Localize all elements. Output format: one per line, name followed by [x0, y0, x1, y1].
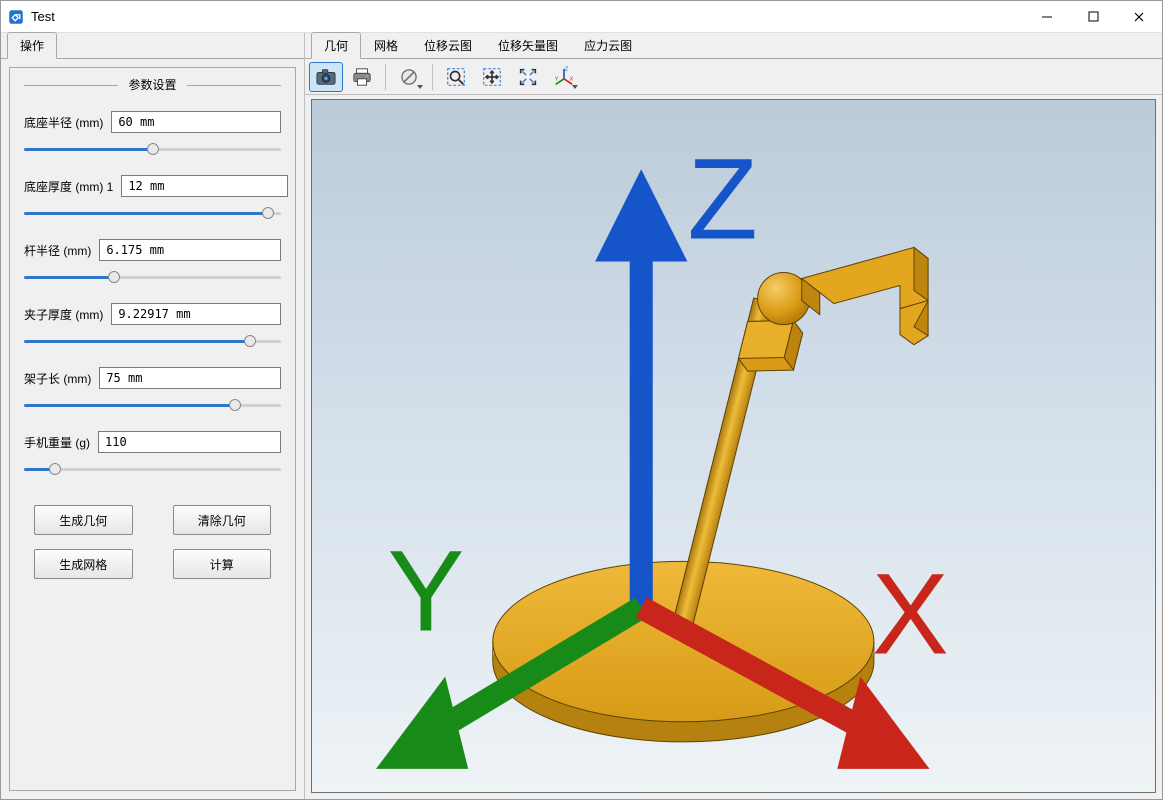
no-entry-icon — [399, 67, 419, 87]
param-label: 架子长 (mm) — [24, 370, 91, 387]
param-slider-bracket-length[interactable] — [24, 397, 281, 413]
left-tab-bar: 操作 — [1, 33, 304, 59]
fit-view-button[interactable] — [511, 62, 545, 92]
pan-button[interactable] — [475, 62, 509, 92]
param-label: 手机重量 (g) — [24, 434, 90, 451]
tab-geometry[interactable]: 几何 — [311, 32, 361, 59]
param-input-clip-thickness[interactable] — [111, 303, 281, 325]
tab-stress-contour[interactable]: 应力云图 — [571, 32, 645, 59]
param-panel: 参数设置 底座半径 (mm) 底座厚度 (mm) 1 — [9, 67, 296, 791]
param-label: 底座半径 (mm) — [24, 114, 103, 131]
right-pane: 几何 网格 位移云图 位移矢量图 应力云图 — [305, 33, 1162, 799]
compute-button[interactable]: 计算 — [173, 549, 272, 579]
camera-icon — [315, 67, 337, 87]
window-maximize-button[interactable] — [1070, 1, 1116, 32]
param-slider-rod-radius[interactable] — [24, 269, 281, 285]
param-slider-base-radius[interactable] — [24, 141, 281, 157]
svg-text:Y: Y — [555, 76, 559, 82]
print-button[interactable] — [345, 62, 379, 92]
window-minimize-button[interactable] — [1024, 1, 1070, 32]
maximize-icon — [1088, 11, 1099, 22]
param-row-base-radius: 底座半径 (mm) — [24, 111, 281, 157]
window-titlebar: Test — [1, 1, 1162, 33]
tab-disp-contour[interactable]: 位移云图 — [411, 32, 485, 59]
svg-text:Z: Z — [565, 66, 569, 72]
param-row-base-thickness: 底座厚度 (mm) 1 — [24, 175, 281, 221]
pan-icon — [481, 66, 503, 88]
left-tab-operate[interactable]: 操作 — [7, 32, 57, 59]
viewport-toolbar: Z Y X — [305, 59, 1162, 95]
param-input-base-radius[interactable] — [111, 111, 281, 133]
tab-mesh[interactable]: 网格 — [361, 32, 411, 59]
param-input-base-thickness[interactable] — [121, 175, 288, 197]
param-row-bracket-length: 架子长 (mm) — [24, 367, 281, 413]
snapshot-button[interactable] — [309, 62, 343, 92]
tab-disp-vector[interactable]: 位移矢量图 — [485, 32, 571, 59]
param-label: 底座厚度 (mm) 1 — [24, 178, 113, 195]
svg-text:X: X — [872, 551, 949, 679]
fit-view-icon — [517, 66, 539, 88]
param-row-rod-radius: 杆半径 (mm) — [24, 239, 281, 285]
filter-button[interactable] — [392, 62, 426, 92]
close-icon — [1133, 11, 1145, 23]
param-input-rod-radius[interactable] — [99, 239, 281, 261]
param-input-bracket-length[interactable] — [99, 367, 281, 389]
param-row-clip-thickness: 夹子厚度 (mm) — [24, 303, 281, 349]
printer-icon — [351, 67, 373, 87]
param-input-phone-weight[interactable] — [98, 431, 281, 453]
svg-text:X: X — [570, 76, 574, 82]
clear-geometry-button[interactable]: 清除几何 — [173, 505, 272, 535]
minimize-icon — [1041, 11, 1053, 23]
window-title: Test — [31, 9, 1024, 24]
param-slider-base-thickness[interactable] — [24, 205, 281, 221]
window-close-button[interactable] — [1116, 1, 1162, 32]
top-tab-bar: 几何 网格 位移云图 位移矢量图 应力云图 — [305, 33, 1162, 59]
zoom-window-button[interactable] — [439, 62, 473, 92]
svg-text:Z: Z — [687, 135, 757, 263]
param-group-title: 参数设置 — [24, 76, 281, 93]
param-slider-clip-thickness[interactable] — [24, 333, 281, 349]
axis-triad: Z Y X — [312, 100, 1155, 792]
param-row-phone-weight: 手机重量 (g) — [24, 431, 281, 477]
generate-mesh-button[interactable]: 生成网格 — [34, 549, 133, 579]
axis-orientation-button[interactable]: Z Y X — [547, 62, 581, 92]
svg-text:Y: Y — [388, 528, 465, 656]
generate-geometry-button[interactable]: 生成几何 — [34, 505, 133, 535]
param-label: 夹子厚度 (mm) — [24, 306, 103, 323]
param-slider-phone-weight[interactable] — [24, 461, 281, 477]
left-pane: 操作 参数设置 底座半径 (mm) 底 — [1, 33, 305, 799]
app-icon — [7, 8, 25, 26]
3d-viewport[interactable]: Z Y X — [311, 99, 1156, 793]
zoom-window-icon — [445, 66, 467, 88]
param-label: 杆半径 (mm) — [24, 242, 91, 259]
